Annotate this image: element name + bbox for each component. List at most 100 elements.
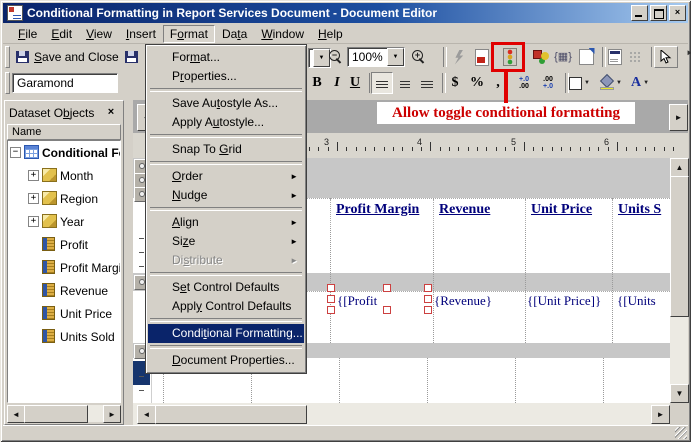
collapse-minus-icon[interactable]: − bbox=[10, 147, 21, 158]
scrollbar-thumb[interactable] bbox=[155, 405, 307, 424]
format-menu-item-properties[interactable]: Properties... bbox=[148, 67, 304, 86]
zoom-level-combo[interactable]: 100% ▼ bbox=[347, 47, 405, 67]
column-header-unit-price[interactable]: Unit Price bbox=[525, 199, 612, 227]
expand-plus-icon[interactable]: + bbox=[28, 216, 39, 227]
zoom-out-button[interactable]: − bbox=[325, 46, 347, 68]
scroll-right-icon[interactable]: ► bbox=[669, 104, 688, 131]
format-menu-item-size[interactable]: Size► bbox=[148, 232, 304, 251]
scroll-left-icon[interactable]: ◄ bbox=[7, 405, 25, 423]
toolbar-grip[interactable] bbox=[5, 46, 10, 68]
tree-item-month[interactable]: +Month bbox=[8, 164, 120, 187]
formatting-palette-button[interactable] bbox=[530, 46, 552, 68]
decrease-decimal-button[interactable]: .00 +.0 bbox=[537, 72, 559, 94]
menubar-item-edit[interactable]: Edit bbox=[44, 25, 79, 43]
selection-handle[interactable] bbox=[424, 284, 432, 292]
align-center-button[interactable] bbox=[394, 72, 416, 94]
scrollbar-thumb[interactable] bbox=[670, 176, 689, 317]
tree-item-region[interactable]: +Region bbox=[8, 187, 120, 210]
selection-handle[interactable] bbox=[383, 284, 391, 292]
expand-plus-icon[interactable]: + bbox=[28, 170, 39, 181]
align-right-button[interactable] bbox=[416, 72, 438, 94]
align-left-button[interactable] bbox=[371, 72, 393, 94]
menubar-item-help[interactable]: Help bbox=[311, 25, 350, 43]
scroll-right-icon[interactable]: ► bbox=[651, 405, 670, 424]
font-name-combo[interactable]: Garamond bbox=[12, 73, 118, 93]
properties-button[interactable] bbox=[575, 46, 597, 68]
dropdown-arrow-icon[interactable]: ▼ bbox=[584, 80, 590, 86]
font-color-button[interactable]: A ▼ bbox=[629, 72, 651, 94]
menubar-item-view[interactable]: View bbox=[79, 25, 119, 43]
format-menu-item-apply-autostyle[interactable]: Apply Autostyle... bbox=[148, 113, 304, 132]
tree-item-conditional-for[interactable]: −Conditional For bbox=[8, 141, 120, 164]
insert-grid-button[interactable]: {▦} bbox=[552, 46, 574, 68]
increase-decimal-button[interactable]: +.0 .00 bbox=[513, 72, 535, 94]
expand-plus-icon[interactable]: + bbox=[28, 193, 39, 204]
format-menu-item-set-control-defaults[interactable]: Set Control Defaults bbox=[148, 278, 304, 297]
selection-handle[interactable] bbox=[327, 284, 335, 292]
document-hscrollbar[interactable]: ◄ ► bbox=[133, 403, 688, 425]
underline-button[interactable]: U bbox=[344, 72, 366, 94]
menubar-item-insert[interactable]: Insert bbox=[119, 25, 163, 43]
format-menu-item-snap-to-grid[interactable]: Snap To Grid bbox=[148, 140, 304, 159]
bold-button[interactable]: B bbox=[306, 72, 328, 94]
selection-handle[interactable] bbox=[424, 295, 432, 303]
tree-item-revenue[interactable]: Revenue bbox=[8, 279, 120, 302]
design-view-button[interactable] bbox=[604, 46, 626, 68]
tree-item-year[interactable]: +Year bbox=[8, 210, 120, 233]
selection-handle[interactable] bbox=[327, 295, 335, 303]
menubar-item-format[interactable]: Format bbox=[163, 25, 215, 43]
selection-handle[interactable] bbox=[327, 306, 335, 314]
scrollbar-thumb[interactable] bbox=[24, 405, 88, 423]
maximize-button[interactable] bbox=[650, 5, 667, 21]
export-pdf-button[interactable] bbox=[471, 46, 493, 68]
dropdown-arrow-icon[interactable]: ▼ bbox=[643, 80, 649, 86]
minimize-button[interactable] bbox=[631, 5, 648, 21]
menubar-item-file[interactable]: File bbox=[11, 25, 44, 43]
column-header-revenue[interactable]: Revenue bbox=[433, 199, 525, 227]
format-menu-item-format[interactable]: Format... bbox=[148, 48, 304, 67]
dropdown-arrow-icon[interactable]: ▼ bbox=[387, 48, 404, 66]
resize-grip-icon[interactable] bbox=[675, 427, 687, 439]
borders-button[interactable]: ▼ bbox=[567, 72, 592, 94]
tree-item-profit[interactable]: Profit bbox=[8, 233, 120, 256]
close-button[interactable]: × bbox=[669, 5, 686, 21]
field-profit-margin[interactable]: {[Profit bbox=[333, 291, 390, 311]
format-menu-item-apply-control-defaults[interactable]: Apply Control Defaults bbox=[148, 297, 304, 316]
save-button[interactable] bbox=[121, 46, 143, 68]
selection-pointer-button[interactable] bbox=[654, 46, 678, 68]
selection-handle[interactable] bbox=[383, 306, 391, 314]
menubar-item-data[interactable]: Data bbox=[215, 25, 254, 43]
zoom-in-button[interactable]: + bbox=[408, 46, 430, 68]
panel-close-icon[interactable]: × bbox=[103, 105, 119, 120]
toolbar-grip[interactable] bbox=[5, 72, 10, 94]
column-header-profit-margin[interactable]: Profit Margin bbox=[330, 199, 433, 227]
format-menu-item-nudge[interactable]: Nudge► bbox=[148, 186, 304, 205]
field-units-sold[interactable]: {[Units bbox=[613, 291, 670, 311]
fill-color-button[interactable]: ▼ bbox=[598, 72, 624, 94]
selection-handle[interactable] bbox=[424, 306, 432, 314]
scroll-left-icon[interactable]: ◄ bbox=[137, 405, 156, 424]
percent-format-button[interactable]: % bbox=[466, 72, 488, 94]
column-header-units-sold[interactable]: Units S bbox=[612, 199, 670, 227]
scroll-up-icon[interactable]: ▲ bbox=[670, 158, 689, 177]
field-revenue[interactable]: {Revenue} bbox=[430, 291, 492, 311]
tree-item-profit-margin[interactable]: Profit Margin bbox=[8, 256, 120, 279]
tree-item-units-sold[interactable]: Units Sold bbox=[8, 325, 120, 348]
format-menu-item-order[interactable]: Order► bbox=[148, 167, 304, 186]
format-menu-item-save-autostyle-as[interactable]: Save Autostyle As... bbox=[148, 94, 304, 113]
panel-hscrollbar[interactable]: ◄ ► bbox=[7, 405, 121, 422]
name-column-header[interactable]: Name bbox=[7, 124, 121, 140]
document-vscrollbar[interactable]: ▲ ▼ bbox=[670, 158, 688, 403]
format-menu-item-conditional-formatting[interactable]: Conditional Formatting... bbox=[148, 324, 304, 343]
save-and-close-button[interactable]: Save and Close bbox=[14, 46, 121, 68]
tree-item-unit-price[interactable]: Unit Price bbox=[8, 302, 120, 325]
scroll-right-icon[interactable]: ► bbox=[103, 405, 121, 423]
toolbar-overflow-chevron[interactable]: ► bbox=[686, 48, 691, 57]
format-menu-item-align[interactable]: Align► bbox=[148, 213, 304, 232]
format-menu-item-document-properties[interactable]: Document Properties... bbox=[148, 351, 304, 370]
currency-format-button[interactable]: $ bbox=[444, 72, 466, 94]
scroll-down-icon[interactable]: ▼ bbox=[670, 384, 689, 403]
menubar-item-window[interactable]: Window bbox=[254, 25, 311, 43]
panel-splitter[interactable] bbox=[124, 100, 133, 425]
dropdown-arrow-icon[interactable]: ▼ bbox=[616, 80, 622, 86]
